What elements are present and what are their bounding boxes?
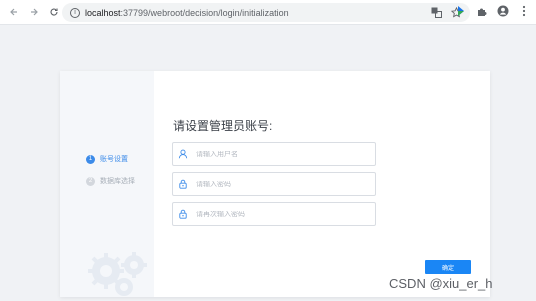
address-bar[interactable]: i localhost:37799/webroot/decision/login… <box>62 3 470 22</box>
confirm-password-field[interactable] <box>172 202 376 226</box>
confirm-button[interactable]: 确定 <box>425 260 471 274</box>
step-account-settings[interactable]: 1 账号设置 <box>86 154 128 164</box>
back-icon[interactable] <box>4 2 24 22</box>
browser-toolbar: i localhost:37799/webroot/decision/login… <box>0 0 536 25</box>
password-field[interactable] <box>172 172 376 196</box>
lock-icon <box>178 179 188 189</box>
steps-panel: 1 账号设置 2 数据库选择 <box>60 71 154 297</box>
step-label: 账号设置 <box>100 156 128 163</box>
watermark: CSDN @xiu_er_h <box>389 276 493 291</box>
menu-icon[interactable] <box>518 5 530 17</box>
url-path: :37799/webroot/decision/login/initializa… <box>120 7 289 18</box>
step-database-selection[interactable]: 2 数据库选择 <box>86 176 135 186</box>
extension-icon[interactable] <box>455 5 467 17</box>
translate-icon[interactable] <box>430 6 442 18</box>
gears-illustration-icon <box>88 252 147 296</box>
step-number: 2 <box>86 176 95 186</box>
form-title: 请设置管理员账号: <box>173 119 273 133</box>
info-icon[interactable]: i <box>70 7 80 18</box>
profile-icon[interactable] <box>497 5 509 17</box>
username-field[interactable] <box>172 142 376 166</box>
initialization-card: 1 账号设置 2 数据库选择 请设置管理员账号: 请输入用户名 确定 <box>60 71 490 297</box>
puzzle-icon[interactable] <box>476 5 488 17</box>
user-icon <box>178 149 188 159</box>
step-number: 1 <box>86 154 95 164</box>
confirm-password-input[interactable] <box>196 210 366 218</box>
forward-icon[interactable] <box>24 2 44 22</box>
url-host: localhost <box>85 7 121 18</box>
reload-icon[interactable] <box>44 2 64 22</box>
lock-icon <box>178 209 188 219</box>
password-input[interactable] <box>196 180 366 188</box>
step-label: 数据库选择 <box>100 178 135 185</box>
username-input[interactable] <box>196 150 366 158</box>
